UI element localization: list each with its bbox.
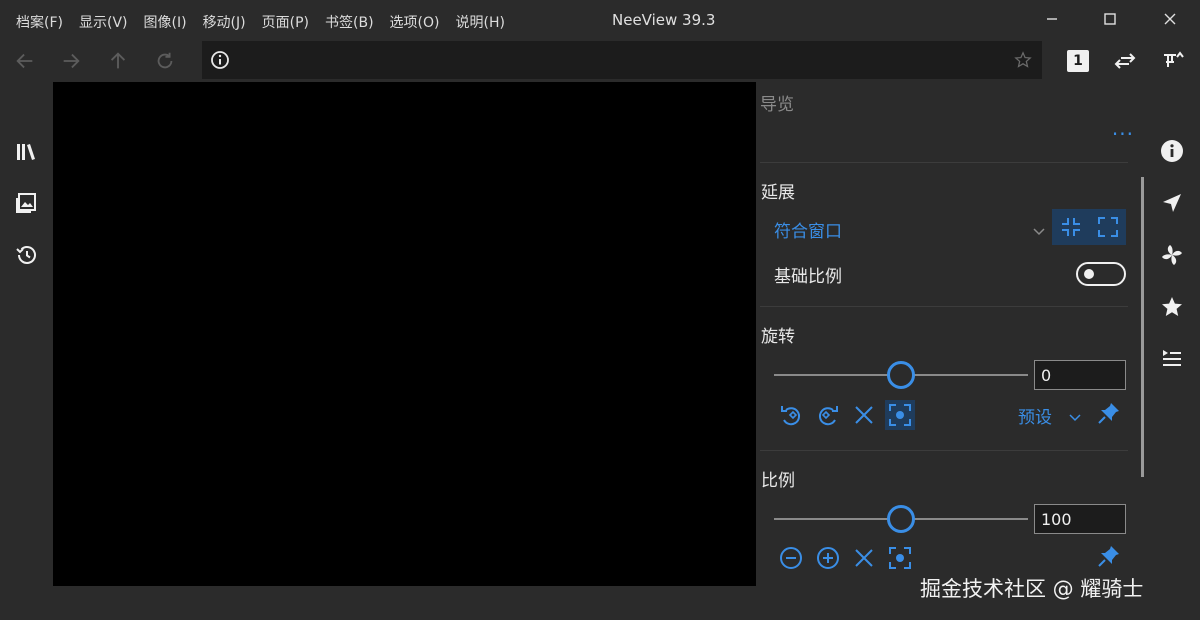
base-scale-toggle[interactable] [1076,262,1126,286]
preset-select[interactable]: 预设 [1018,403,1052,428]
toolbar: 1 [0,40,1200,82]
base-scale-label: 基础比例 [774,267,842,287]
pin-menu-button[interactable] [1158,48,1186,74]
zoom-out-button[interactable] [776,543,806,573]
playlist-icon [1163,350,1181,366]
sidebar-item-favorites[interactable] [1159,294,1185,320]
scale-reset-button[interactable] [849,543,879,573]
scale-value-input[interactable] [1034,504,1126,534]
close-icon [1164,13,1176,25]
zoom-out-icon [780,547,802,569]
sidebar-item-pages[interactable] [13,190,39,216]
up-button[interactable] [104,48,132,74]
sidebar-item-navigator[interactable] [1159,190,1185,216]
rotate-section-title: 旋转 [761,327,795,347]
menu-image[interactable]: 图像(I) [136,10,195,34]
shrink-fit-icon[interactable] [1060,216,1082,238]
scale-fit-icon [889,547,911,569]
image-viewer[interactable] [53,82,756,586]
rotate-left-button[interactable] [776,400,806,430]
close-button[interactable] [1158,8,1182,30]
scale-pin-button[interactable] [1094,541,1124,571]
pin-icon [1098,546,1119,567]
refresh-icon [157,52,173,69]
address-bar[interactable] [202,41,1042,79]
sidebar-item-bookshelf[interactable] [13,139,39,165]
panel-scrollbar[interactable] [1141,177,1144,477]
minimize-button[interactable] [1040,8,1064,30]
menu-jump[interactable]: 移动(J) [195,10,254,34]
sidebar-item-effect[interactable] [1159,242,1185,268]
scale-slider-thumb[interactable] [887,505,915,533]
rotate-fit-button[interactable] [885,400,915,430]
zoom-in-icon [817,547,839,569]
rotate-left-icon [781,406,801,426]
page-list-icon [16,193,36,213]
bookshelf-icon [17,144,35,160]
page-mode-label: 1 [1067,50,1089,72]
rotate-fit-icon [889,404,911,426]
maximize-button[interactable] [1098,8,1122,30]
page-direction-button[interactable] [1111,48,1139,74]
scale-fit-button[interactable] [885,543,915,573]
menu-options[interactable]: 选项(O) [382,10,448,34]
bookmark-star-icon[interactable] [1014,51,1032,69]
forward-arrow-icon [63,53,80,69]
title-bar: 档案(F) 显示(V) 图像(I) 移动(J) 页面(P) 书签(B) 选项(O… [0,0,1200,40]
expand-fit-icon[interactable] [1097,216,1119,238]
menu-bookmark[interactable]: 书签(B) [317,10,382,34]
effect-icon [1162,245,1182,265]
reset-x-icon [855,549,873,567]
pin-icon [1098,403,1119,424]
panel-title: 导览 [760,95,794,115]
scale-section-title: 比例 [761,471,795,491]
minimize-icon [1047,18,1057,20]
divider [760,306,1128,307]
maximize-icon [1104,13,1116,25]
watermark: 掘金技术社区 @ 耀骑士 [920,577,1144,601]
divider [760,450,1128,451]
forward-button[interactable] [57,48,85,74]
reset-x-icon [855,406,873,424]
up-arrow-icon [110,52,126,69]
rotate-reset-button[interactable] [849,400,879,430]
chevron-down-icon[interactable] [1032,224,1046,238]
right-sidebar [1146,82,1200,586]
menu-page[interactable]: 页面(P) [254,10,317,34]
menu-file[interactable]: 档案(F) [8,10,71,34]
navigator-icon [1163,194,1181,212]
page-mode-button[interactable]: 1 [1064,48,1092,74]
menu-bar: 档案(F) 显示(V) 图像(I) 移动(J) 页面(P) 书签(B) 选项(O… [8,10,513,34]
fit-buttons-group [1052,209,1126,245]
rotate-right-button[interactable] [813,400,843,430]
menu-help[interactable]: 说明(H) [447,10,512,34]
back-button[interactable] [11,48,39,74]
app-title: NeeView 39.3 [612,11,716,29]
info-icon [1161,140,1183,162]
menu-view[interactable]: 显示(V) [71,10,136,34]
stretch-section-title: 延展 [761,183,795,203]
divider [760,162,1128,163]
sidebar-item-history[interactable] [13,242,39,268]
sidebar-item-playlist[interactable] [1159,346,1185,372]
refresh-button[interactable] [151,48,179,74]
more-options-button[interactable]: ··· [1112,122,1134,146]
navigator-panel: 导览 ··· 延展 符合窗口 基础比例 旋转 预设 比例 [756,82,1146,586]
rotate-right-icon [818,406,838,426]
back-arrow-icon [16,53,33,69]
stretch-mode-select[interactable]: 符合窗口 [774,217,842,242]
chevron-down-icon[interactable] [1068,410,1082,424]
favorite-star-icon [1162,297,1182,316]
zoom-in-button[interactable] [813,543,843,573]
toggle-knob [1084,269,1094,279]
rotate-value-input[interactable] [1034,360,1126,390]
history-icon [16,246,36,264]
page-direction-icon [1114,53,1136,69]
rotate-pin-button[interactable] [1094,398,1124,428]
info-circle-icon[interactable] [210,50,230,70]
rotate-slider-thumb[interactable] [887,361,915,389]
left-sidebar [0,82,53,586]
pin-menu-icon [1164,51,1184,67]
sidebar-item-info[interactable] [1159,138,1185,164]
